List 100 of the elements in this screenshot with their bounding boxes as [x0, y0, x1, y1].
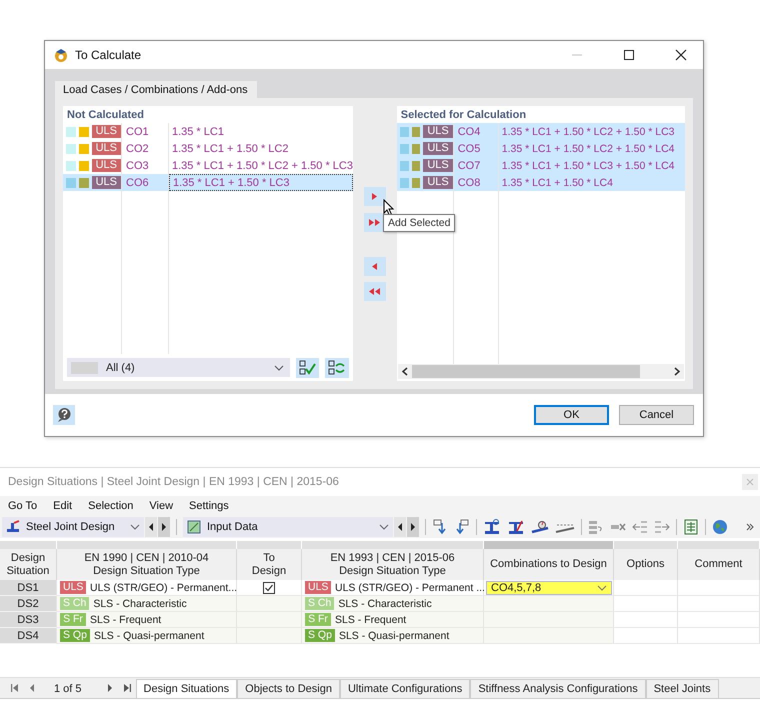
list-cell[interactable]: CO8: [454, 174, 498, 191]
remove-all-button[interactable]: [364, 282, 386, 301]
last-page-icon[interactable]: [122, 684, 131, 692]
select-all-button[interactable]: [296, 358, 320, 378]
color-square-icon: [78, 178, 89, 188]
type-tag: ULS: [423, 176, 453, 189]
list-cell[interactable]: CO5: [454, 140, 498, 157]
list-row[interactable]: ULS: [63, 123, 121, 140]
caret-icon: [274, 364, 284, 370]
next-page-icon[interactable]: [106, 684, 113, 692]
move-right-icon[interactable]: [654, 519, 670, 535]
table-cell: [614, 628, 678, 644]
list-cell[interactable]: CO3: [122, 157, 168, 174]
invert-selection-button[interactable]: [325, 358, 350, 378]
list-row[interactable]: ULS: [63, 157, 121, 174]
previous-page-icon[interactable]: [29, 684, 35, 692]
list-cell[interactable]: CO7: [454, 157, 498, 174]
type-tag: S Qp: [60, 629, 90, 642]
add-button[interactable]: [364, 187, 386, 206]
ok-button[interactable]: OK: [534, 405, 609, 425]
list-row[interactable]: ULS: [396, 174, 453, 191]
row-header: DS2: [0, 596, 57, 612]
list-row[interactable]: ULS: [396, 123, 453, 140]
type-tag: ULS: [305, 581, 331, 594]
sheet-tab[interactable]: Ultimate Configurations: [340, 679, 470, 698]
list-row[interactable]: ULS: [396, 157, 453, 174]
spreadsheet-icon[interactable]: [683, 519, 699, 535]
view-dropdown[interactable]: Input Data: [183, 517, 393, 537]
sheet-tab[interactable]: Stiffness Analysis Configurations: [470, 679, 646, 698]
move-left-icon[interactable]: [632, 519, 648, 535]
more-icon[interactable]: [746, 523, 754, 531]
globe-icon[interactable]: [712, 519, 728, 535]
horizontal-scrollbar[interactable]: [398, 364, 684, 379]
list-cell[interactable]: 1.35 * LC1: [168, 123, 353, 140]
jump-arrow-icon[interactable]: [454, 519, 470, 535]
remove-button[interactable]: [364, 257, 386, 276]
beam-icon[interactable]: [507, 519, 525, 535]
combination-formula: 1.35 * LC1 + 1.50 * LC2: [172, 142, 288, 154]
next-icon[interactable]: [158, 517, 170, 537]
list-cell[interactable]: 1.35 * LC1 + 1.50 * LC4: [498, 174, 685, 191]
close-icon[interactable]: [675, 49, 687, 61]
combination-name: CO5: [456, 142, 480, 154]
scrollbar-thumb[interactable]: [412, 365, 640, 378]
first-page-icon[interactable]: [11, 684, 19, 692]
color-square-icon: [400, 178, 409, 188]
previous-icon[interactable]: [394, 517, 406, 537]
maximize-icon[interactable]: [623, 49, 635, 61]
previous-icon[interactable]: [145, 517, 157, 537]
list-cell[interactable]: CO4: [454, 123, 498, 140]
type-tag: ULS: [423, 125, 453, 138]
list-cell[interactable]: 1.35 * LC1 + 1.50 * LC3: [168, 174, 353, 191]
list-cell[interactable]: CO1: [122, 123, 168, 140]
list-cell[interactable]: CO2: [122, 140, 168, 157]
panel-title: Design Situations | Steel Joint Design | EN 1993 | CEN | 2015-06: [8, 476, 339, 488]
list-cell[interactable]: 1.35 * LC1 + 1.50 * LC2 + 1.50 * LC3: [168, 157, 353, 174]
combination-formula: 1.35 * LC1 + 1.50 * LC2 + 1.50 * LC4: [502, 142, 675, 154]
table-cell: SLS - Frequent: [90, 614, 162, 626]
caret-icon: [597, 584, 607, 590]
tab[interactable]: Load Cases / Combinations / Add-ons: [55, 81, 257, 98]
combination-formula: 1.35 * LC1 + 1.50 * LC2 + 1.50 * LC3: [502, 126, 675, 138]
combination-formula: 1.35 * LC1 + 1.50 * LC3: [172, 176, 290, 188]
list-cell[interactable]: CO6: [122, 174, 168, 191]
module-dropdown[interactable]: Steel Joint Design: [2, 517, 144, 537]
menu-item[interactable]: View: [149, 500, 174, 512]
list-row[interactable]: ULS: [63, 140, 121, 157]
color-square-icon: [66, 178, 76, 188]
menu-item[interactable]: Go To: [8, 500, 38, 512]
checkbox[interactable]: [263, 582, 275, 594]
list-row[interactable]: ULS: [396, 140, 453, 157]
type-tag: ULS: [423, 142, 453, 155]
gauge-icon[interactable]: [531, 519, 549, 535]
color-square-icon: [412, 160, 420, 170]
jump-arrow-icon[interactable]: [432, 519, 448, 535]
filter-dropdown[interactable]: All (4): [67, 358, 290, 377]
table-cell: SLS - Quasi-permanent: [338, 630, 450, 642]
mouse-pointer-icon: [383, 199, 395, 217]
list-row[interactable]: ULS: [63, 174, 121, 191]
sheet-tab[interactable]: Objects to Design: [237, 679, 340, 698]
cancel-button[interactable]: Cancel: [619, 405, 694, 425]
table-icon: [187, 520, 201, 534]
type-tag: ULS: [423, 159, 453, 172]
sheet-tab[interactable]: Design Situations: [136, 679, 238, 698]
color-square-icon: [412, 126, 420, 136]
beam-icon[interactable]: [483, 519, 501, 535]
help-button[interactable]: [53, 405, 75, 425]
menu-item[interactable]: Settings: [189, 500, 229, 512]
menu-item[interactable]: Edit: [53, 500, 72, 512]
list-cell[interactable]: 1.35 * LC1 + 1.50 * LC2 + 1.50 * LC3: [498, 123, 685, 140]
list-cell[interactable]: 1.35 * LC1 + 1.50 * LC2 + 1.50 * LC4: [498, 140, 685, 157]
list-cell[interactable]: 1.35 * LC1 + 1.50 * LC3 + 1.50 * LC4: [498, 157, 685, 174]
combinations-dropdown[interactable]: CO4,5,7,8: [486, 580, 612, 594]
list-cell[interactable]: 1.35 * LC1 + 1.50 * LC2: [168, 140, 353, 157]
color-square-icon: [412, 178, 420, 188]
combination-name: CO4: [456, 126, 480, 138]
combination-name: CO7: [456, 160, 480, 172]
menu-item[interactable]: Selection: [88, 500, 134, 512]
sheet-tab[interactable]: Steel Joints: [646, 679, 719, 698]
add-all-button[interactable]: [364, 213, 386, 232]
caret-icon: [130, 524, 140, 530]
next-icon[interactable]: [407, 517, 419, 537]
